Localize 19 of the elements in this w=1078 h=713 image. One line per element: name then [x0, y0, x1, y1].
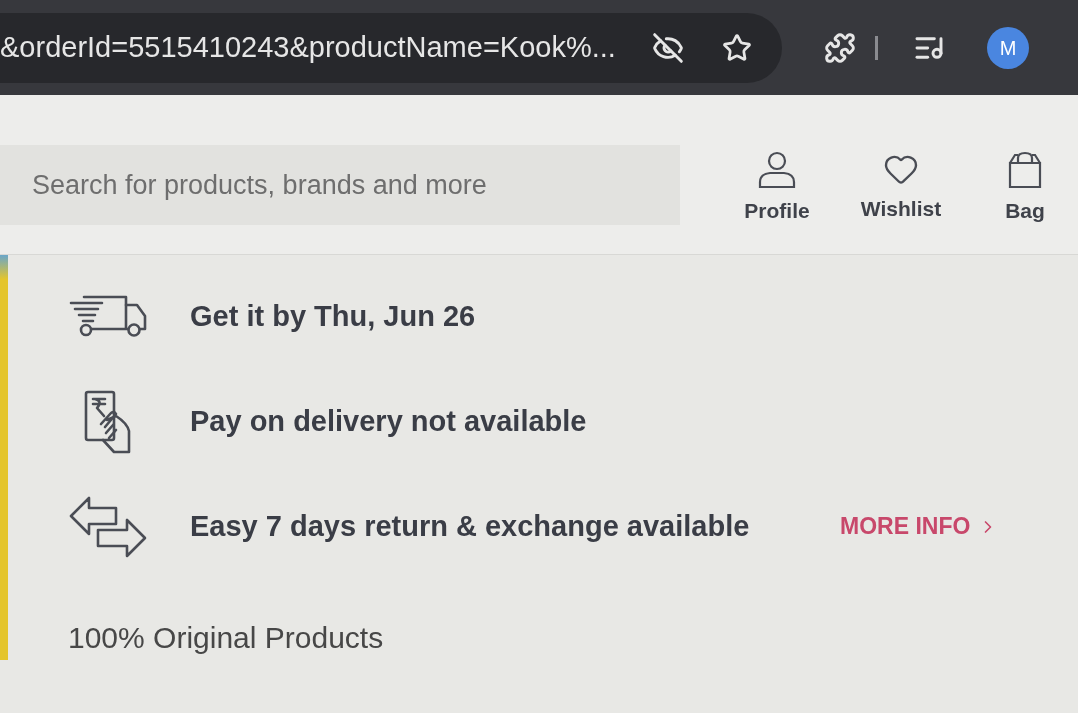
person-icon	[757, 151, 797, 189]
header-link[interactable]: Wishlist	[860, 193, 942, 225]
eye-slash-icon[interactable]	[652, 31, 684, 64]
search-field[interactable]: Search for products, brands and more	[0, 145, 680, 225]
url-text: &orderId=5515410243&productName=Kook%...	[0, 29, 617, 65]
more-info-link[interactable]: MORE INFO	[840, 509, 999, 544]
address-bar[interactable]: &orderId=5515410243&productName=Kook%...	[0, 12, 782, 83]
info-text: Get it by Thu, Jun 26	[190, 298, 477, 334]
puzzle-icon[interactable]	[824, 31, 856, 64]
profile-avatar-button[interactable]: M	[987, 26, 1029, 69]
info-text: Pay on delivery not available	[190, 403, 588, 439]
header-link[interactable]: Profile	[744, 195, 810, 227]
original-products-text: 100% Original Products	[68, 620, 384, 656]
header-link[interactable]: Bag	[1005, 195, 1045, 227]
delivery-truck-icon	[68, 293, 148, 340]
star-icon[interactable]	[722, 32, 752, 63]
card-in-hand-icon	[83, 388, 133, 455]
info-text: Easy 7 days return & exchange available	[190, 508, 751, 544]
shopping-bag-icon	[1007, 151, 1043, 189]
